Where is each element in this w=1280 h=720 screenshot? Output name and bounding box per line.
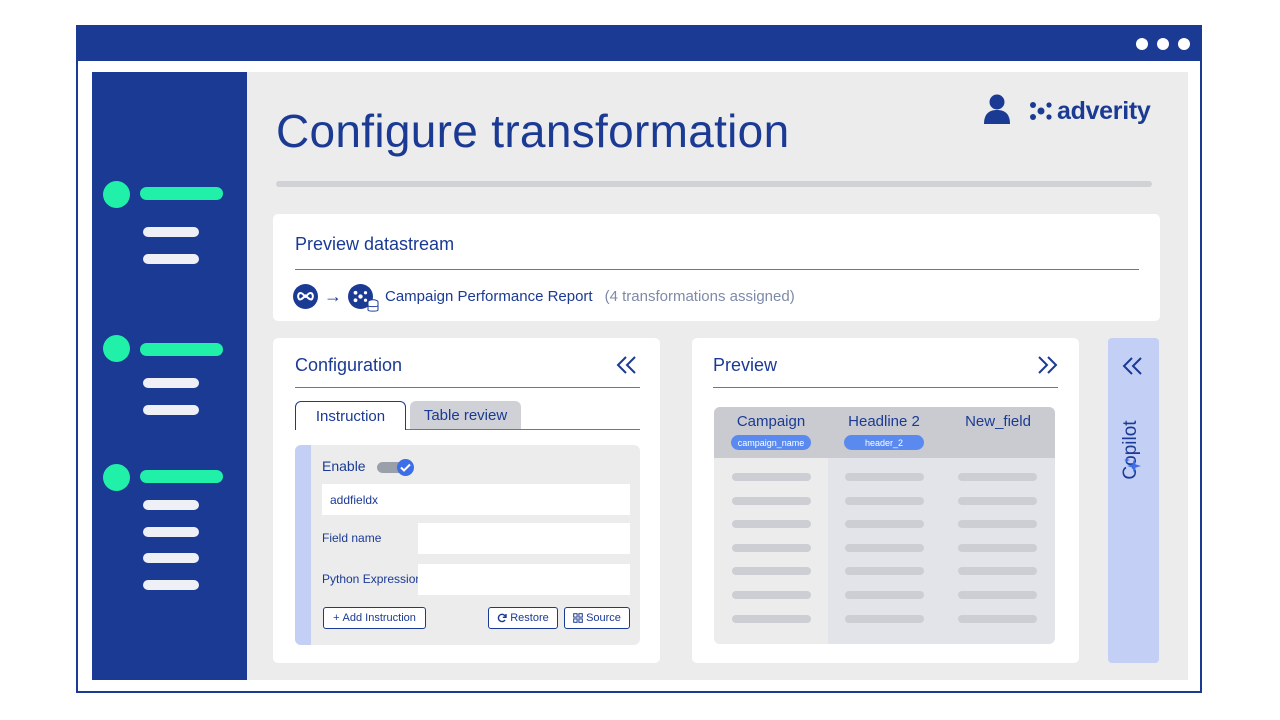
sidebar-group-3-label-placeholder	[140, 470, 223, 483]
table-cell-placeholder	[958, 614, 1037, 623]
datastream-breadcrumb: → Campaign Performance Report (4 transfo…	[293, 283, 795, 312]
instruction-drag-handle[interactable]	[295, 445, 311, 645]
instruction-block: Enable Field name Python Expression + Ad…	[295, 445, 640, 645]
window-titlebar	[78, 27, 1200, 61]
tab-instruction[interactable]: Instruction	[295, 401, 406, 430]
restore-label: Restore	[510, 612, 549, 624]
sidebar-group-1-label-placeholder	[140, 187, 223, 200]
add-instruction-label: Add Instruction	[342, 612, 416, 624]
arrow-right-icon: →	[324, 285, 342, 306]
sidebar-group-2-label-placeholder	[140, 343, 223, 356]
table-cell-placeholder	[958, 496, 1037, 505]
brand-logo: adverity	[1029, 96, 1151, 126]
check-icon	[397, 459, 414, 476]
table-cell-placeholder	[845, 567, 924, 576]
sidebar	[92, 72, 247, 680]
card-divider	[713, 387, 1058, 388]
window-dot-icon[interactable]	[1178, 38, 1190, 50]
table-cell-placeholder	[845, 543, 924, 552]
user-icon[interactable]	[984, 94, 1010, 124]
collapse-left-icon[interactable]	[615, 355, 639, 375]
column-badge-campaign: campaign_name	[731, 435, 811, 450]
table-cell-placeholder	[958, 473, 1037, 481]
title-divider	[276, 181, 1152, 187]
table-cell-placeholder	[958, 591, 1037, 599]
sidebar-item-placeholder[interactable]	[143, 580, 199, 590]
sidebar-item-placeholder[interactable]	[143, 527, 199, 537]
column-header-headline-2[interactable]: Headline 2	[827, 413, 941, 430]
table-cell-placeholder	[845, 473, 924, 481]
sidebar-item-placeholder[interactable]	[143, 405, 199, 415]
table-cell-placeholder	[732, 567, 811, 576]
table-cell-placeholder	[732, 543, 811, 552]
transformations-count: (4 transformations assigned)	[604, 287, 795, 305]
source-label: Source	[586, 612, 621, 624]
tab-table-review[interactable]: Table review	[410, 401, 521, 429]
field-name-label: Field name	[322, 531, 382, 545]
configuration-card: Configuration Instruction Table review E…	[273, 338, 660, 663]
window-dot-icon[interactable]	[1157, 38, 1169, 50]
column-badge-headline-2: header_2	[844, 435, 924, 450]
table-cell-placeholder	[845, 591, 924, 599]
window-dot-icon[interactable]	[1136, 38, 1148, 50]
table-cell-placeholder	[958, 567, 1037, 576]
table-cell-placeholder	[958, 543, 1037, 552]
card-divider	[295, 269, 1139, 270]
table-cell-placeholder	[732, 496, 811, 505]
brand-name: adverity	[1057, 96, 1151, 125]
table-cell-placeholder	[845, 614, 924, 623]
table-cell-placeholder	[845, 520, 924, 529]
main-content: Configure transformation adverity Previe…	[247, 72, 1188, 680]
instruction-type-field[interactable]	[322, 484, 630, 515]
table-cell-placeholder	[732, 473, 811, 481]
plus-icon: +	[333, 612, 340, 624]
collapse-left-icon[interactable]	[1121, 357, 1145, 375]
column-header-new-field[interactable]: New_field	[941, 413, 1055, 430]
adverity-datastream-icon[interactable]	[348, 283, 379, 312]
copilot-panel[interactable]: Copilot	[1108, 338, 1159, 663]
enable-label: Enable	[322, 458, 366, 474]
table-cell-placeholder	[845, 496, 924, 505]
source-button[interactable]: Source	[564, 607, 630, 629]
add-instruction-button[interactable]: + Add Instruction	[323, 607, 426, 629]
preview-datastream-title: Preview datastream	[295, 234, 455, 254]
restore-button[interactable]: Restore	[488, 607, 558, 629]
sidebar-item-placeholder[interactable]	[143, 378, 199, 388]
grid-icon	[573, 613, 583, 623]
page-title: Configure transformation	[276, 105, 790, 157]
enable-toggle[interactable]	[377, 459, 414, 476]
table-cell-placeholder	[958, 520, 1037, 529]
table-cell-placeholder	[732, 520, 811, 529]
sparkle-icon	[1124, 457, 1141, 473]
preview-datastream-card: Preview datastream → Campaign Performanc…	[273, 214, 1160, 321]
sidebar-item-placeholder[interactable]	[143, 553, 199, 563]
card-divider	[295, 387, 640, 388]
python-expression-label: Python Expression	[322, 572, 423, 586]
refresh-icon	[497, 613, 507, 623]
database-icon	[367, 298, 379, 312]
sidebar-item-placeholder[interactable]	[143, 500, 199, 510]
configuration-title: Configuration	[295, 355, 403, 375]
field-name-input[interactable]	[418, 523, 630, 554]
sidebar-group-2-icon	[103, 335, 130, 362]
adverity-logo-icon	[1030, 102, 1052, 120]
column-header-campaign[interactable]: Campaign	[714, 413, 828, 430]
sidebar-group-3-icon	[103, 464, 130, 491]
sidebar-group-1-icon	[103, 181, 130, 208]
table-cell-placeholder	[732, 591, 811, 599]
table-cell-placeholder	[732, 614, 811, 623]
python-expression-input[interactable]	[418, 564, 630, 595]
preview-title: Preview	[713, 355, 778, 375]
meta-icon[interactable]	[293, 283, 318, 309]
sidebar-item-placeholder[interactable]	[143, 227, 199, 237]
tab-divider	[406, 429, 640, 430]
expand-right-icon[interactable]	[1035, 355, 1059, 375]
sidebar-item-placeholder[interactable]	[143, 254, 199, 264]
report-name-link[interactable]: Campaign Performance Report	[385, 288, 593, 305]
preview-card: Preview Campaign campaign_name Headline …	[692, 338, 1079, 663]
preview-table: Campaign campaign_name Headline 2 header…	[714, 407, 1055, 644]
